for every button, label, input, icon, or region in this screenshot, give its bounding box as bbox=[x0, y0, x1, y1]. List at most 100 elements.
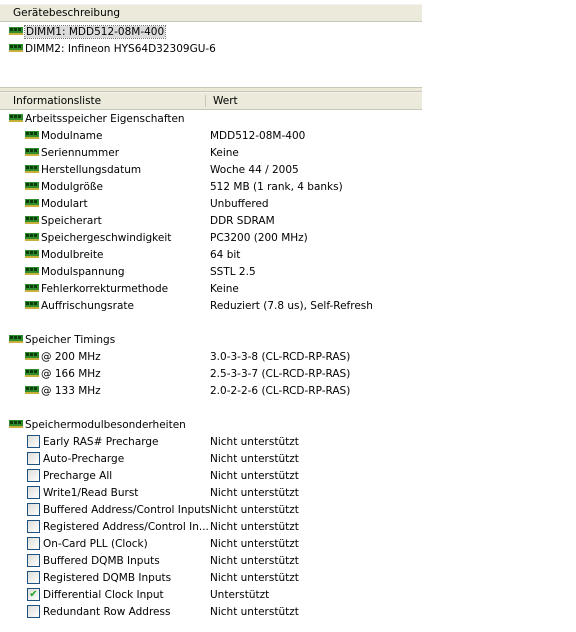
info-name: Auto-Precharge bbox=[43, 453, 125, 465]
ram-module-icon bbox=[25, 148, 39, 156]
device-item-dimm2[interactable]: DIMM2: Infineon HYS64D32309GU-6 bbox=[9, 41, 216, 57]
info-value: Nicht unterstützt bbox=[210, 487, 299, 499]
info-list-header: Informationsliste Wert bbox=[0, 92, 422, 110]
info-name-cell: On-Card PLL (Clock) bbox=[27, 536, 148, 553]
info-value: DDR SDRAM bbox=[210, 215, 275, 227]
ram-module-icon bbox=[25, 386, 39, 394]
info-name: @ 166 MHz bbox=[41, 368, 101, 380]
info-row[interactable]: ✔ Differential Clock Input Unterstützt bbox=[0, 587, 422, 604]
info-value: Unterstützt bbox=[210, 589, 270, 601]
info-row[interactable]: Modulspannung SSTL 2.5 bbox=[0, 264, 422, 281]
info-row[interactable]: @ 166 MHz 2.5-3-3-7 (CL-RCD-RP-RAS) bbox=[0, 366, 422, 383]
info-name-cell: @ 133 MHz bbox=[25, 383, 101, 400]
info-name: Precharge All bbox=[43, 470, 113, 482]
info-row[interactable]: Precharge All Nicht unterstützt bbox=[0, 468, 422, 485]
info-row[interactable]: Buffered DQMB Inputs Nicht unterstützt bbox=[0, 553, 422, 570]
ram-module-icon bbox=[25, 369, 39, 377]
info-name-cell: @ 166 MHz bbox=[25, 366, 101, 383]
info-row[interactable]: @ 200 MHz 3.0-3-3-8 (CL-RCD-RP-RAS) bbox=[0, 349, 422, 366]
info-value: SSTL 2.5 bbox=[210, 266, 256, 278]
unchecked-checkbox-icon bbox=[27, 536, 40, 550]
info-row[interactable]: Early RAS# Precharge Nicht unterstützt bbox=[0, 434, 422, 451]
unchecked-checkbox-icon bbox=[27, 519, 40, 533]
column-header-info[interactable]: Informationsliste bbox=[13, 93, 101, 109]
info-value: Keine bbox=[210, 283, 239, 295]
unchecked-checkbox-icon bbox=[27, 604, 40, 618]
device-item-dimm1[interactable]: DIMM1: MDD512-08M-400 bbox=[9, 24, 167, 40]
info-name: Differential Clock Input bbox=[43, 589, 164, 601]
info-row[interactable]: @ 133 MHz 2.0-2-2-6 (CL-RCD-RP-RAS) bbox=[0, 383, 422, 400]
ram-module-icon bbox=[25, 131, 39, 139]
info-row[interactable]: Redundant Row Address Nicht unterstützt bbox=[0, 604, 422, 621]
info-row[interactable]: Modulgröße 512 MB (1 rank, 4 banks) bbox=[0, 179, 422, 196]
info-name: Speicherart bbox=[41, 215, 102, 227]
info-name-cell: Buffered DQMB Inputs bbox=[27, 553, 160, 570]
info-row[interactable]: Fehlerkorrekturmethode Keine bbox=[0, 281, 422, 298]
info-value: 2.0-2-2-6 (CL-RCD-RP-RAS) bbox=[210, 385, 351, 397]
info-name-cell: Seriennummer bbox=[25, 145, 119, 162]
ram-module-icon bbox=[9, 420, 23, 428]
unchecked-checkbox-icon bbox=[27, 502, 40, 516]
info-row[interactable]: Seriennummer Keine bbox=[0, 145, 422, 162]
info-name: Fehlerkorrekturmethode bbox=[41, 283, 169, 295]
ram-module-icon bbox=[25, 216, 39, 224]
info-row[interactable]: Herstellungsdatum Woche 44 / 2005 bbox=[0, 162, 422, 179]
device-pane: Gerätebeschreibung DIMM1: MDD512-08M-400… bbox=[0, 0, 422, 88]
checked-checkbox-icon: ✔ bbox=[27, 587, 40, 601]
device-list-header[interactable]: Gerätebeschreibung bbox=[0, 4, 422, 22]
info-name-cell: Buffered Address/Control Inputs bbox=[27, 502, 210, 519]
info-value: Nicht unterstützt bbox=[210, 538, 299, 550]
info-name-cell: Redundant Row Address bbox=[27, 604, 170, 621]
group-title: Speichermodulbesonderheiten bbox=[25, 419, 186, 431]
info-row[interactable]: Buffered Address/Control Inputs Nicht unt… bbox=[0, 502, 422, 519]
info-name: On-Card PLL (Clock) bbox=[43, 538, 148, 550]
info-name: Redundant Row Address bbox=[43, 606, 171, 618]
info-name-cell: Auffrischungsrate bbox=[25, 298, 134, 315]
info-value: 64 bit bbox=[210, 249, 241, 261]
ram-module-icon bbox=[25, 284, 39, 292]
info-value: Nicht unterstützt bbox=[210, 504, 299, 516]
info-value: Nicht unterstützt bbox=[210, 453, 299, 465]
info-name: Buffered Address/Control Inputs bbox=[43, 504, 211, 516]
info-name: Seriennummer bbox=[41, 147, 120, 159]
info-name-cell: Speichergeschwindigkeit bbox=[25, 230, 171, 247]
group-header[interactable]: Arbeitsspeicher Eigenschaften bbox=[9, 111, 185, 128]
unchecked-checkbox-icon bbox=[27, 468, 40, 482]
info-row[interactable]: On-Card PLL (Clock) Nicht unterstützt bbox=[0, 536, 422, 553]
ram-module-icon bbox=[9, 114, 23, 122]
info-row[interactable]: Write1/Read Burst Nicht unterstützt bbox=[0, 485, 422, 502]
info-name-cell: Registered Address/Control In... bbox=[27, 519, 209, 536]
info-name-cell: Write1/Read Burst bbox=[27, 485, 138, 502]
info-value: MDD512-08M-400 bbox=[210, 130, 306, 142]
ram-module-icon bbox=[25, 233, 39, 241]
info-name: @ 133 MHz bbox=[41, 385, 101, 397]
info-name-cell: Fehlerkorrekturmethode bbox=[25, 281, 168, 298]
info-row[interactable]: Modulbreite 64 bit bbox=[0, 247, 422, 264]
info-row[interactable]: Speicherart DDR SDRAM bbox=[0, 213, 422, 230]
info-value: Nicht unterstützt bbox=[210, 470, 299, 482]
info-name-cell: Early RAS# Precharge bbox=[27, 434, 159, 451]
column-separator[interactable] bbox=[205, 95, 206, 107]
device-label: DIMM2: Infineon HYS64D32309GU-6 bbox=[25, 43, 216, 55]
info-name-cell: Modulname bbox=[25, 128, 103, 145]
info-value: Nicht unterstützt bbox=[210, 606, 299, 618]
group-header[interactable]: Speicher Timings bbox=[9, 332, 115, 349]
info-value: Unbuffered bbox=[210, 198, 269, 210]
info-row[interactable]: Auto-Precharge Nicht unterstützt bbox=[0, 451, 422, 468]
info-row[interactable]: Modulname MDD512-08M-400 bbox=[0, 128, 422, 145]
info-pane: Informationsliste Wert Arbeitsspeicher E… bbox=[0, 92, 422, 632]
group-header[interactable]: Speichermodulbesonderheiten bbox=[9, 417, 186, 434]
column-header-value[interactable]: Wert bbox=[213, 93, 238, 109]
device-label: DIMM1: MDD512-08M-400 bbox=[23, 25, 167, 39]
info-value: 2.5-3-3-7 (CL-RCD-RP-RAS) bbox=[210, 368, 351, 380]
info-name: Registered Address/Control In... bbox=[43, 521, 209, 533]
info-row[interactable]: Auffrischungsrate Reduziert (7.8 us), Sel… bbox=[0, 298, 422, 315]
info-name: Write1/Read Burst bbox=[43, 487, 139, 499]
info-row[interactable]: Speichergeschwindigkeit PC3200 (200 MHz) bbox=[0, 230, 422, 247]
device-header-label: Gerätebeschreibung bbox=[13, 7, 121, 19]
info-row[interactable]: Registered Address/Control In... Nicht un… bbox=[0, 519, 422, 536]
info-name: Buffered DQMB Inputs bbox=[43, 555, 160, 567]
info-row[interactable]: Registered DQMB Inputs Nicht unterstützt bbox=[0, 570, 422, 587]
ram-module-icon bbox=[25, 165, 39, 173]
info-row[interactable]: Modulart Unbuffered bbox=[0, 196, 422, 213]
